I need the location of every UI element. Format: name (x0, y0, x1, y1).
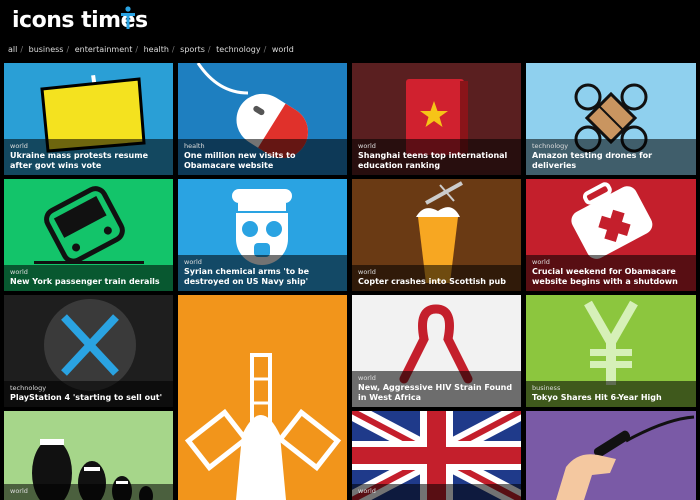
nav-entertainment[interactable]: entertainment (75, 45, 133, 54)
category-nav: all / business / entertainment / health / sp… (8, 45, 294, 54)
nav-health[interactable]: health (144, 45, 169, 54)
windmill-icon (184, 353, 342, 500)
news-tile-ny-train[interactable]: world New York passenger train derails (4, 179, 173, 291)
site-header: icons times all / business / entertainment… (0, 0, 700, 62)
news-tile-nesting-dolls[interactable]: world (4, 411, 173, 500)
nav-all[interactable]: all (8, 45, 17, 54)
logo-figure-icon (121, 6, 135, 29)
whip-hand-icon (556, 415, 695, 500)
news-tile-hiv[interactable]: world New, Aggressive HIV Strain Found i… (352, 295, 521, 407)
news-tile-playstation[interactable]: technology PlayStation 4 'starting to se… (4, 295, 173, 407)
news-tile-amazon-drones[interactable]: technology Amazon testing drones for del… (526, 63, 696, 175)
news-tile-tokyo-shares[interactable]: business Tokyo Shares Hit 6-Year High (526, 295, 696, 407)
news-tile-obamacare-shutdown[interactable]: world Crucial weekend for Obamacare webs… (526, 179, 696, 291)
nav-technology[interactable]: technology (216, 45, 260, 54)
news-tile-union-jack[interactable]: world (352, 411, 521, 500)
news-tile-obamacare-visits[interactable]: health One million new visits to Obamaca… (178, 63, 347, 175)
news-tile-shanghai[interactable]: world Shanghai teens top international e… (352, 63, 521, 175)
news-tile-ukraine[interactable]: world Ukraine mass protests resume after… (4, 63, 173, 175)
nav-sports[interactable]: sports (180, 45, 205, 54)
nav-world[interactable]: world (272, 45, 294, 54)
news-tile-copter-pub[interactable]: world Copter crashes into Scottish pub (352, 179, 521, 291)
news-tile-syria-arms[interactable]: world Syrian chemical arms 'to be destro… (178, 179, 347, 291)
news-tile-whip[interactable] (526, 411, 696, 500)
nav-business[interactable]: business (29, 45, 64, 54)
news-tile-windmill[interactable] (178, 295, 347, 500)
